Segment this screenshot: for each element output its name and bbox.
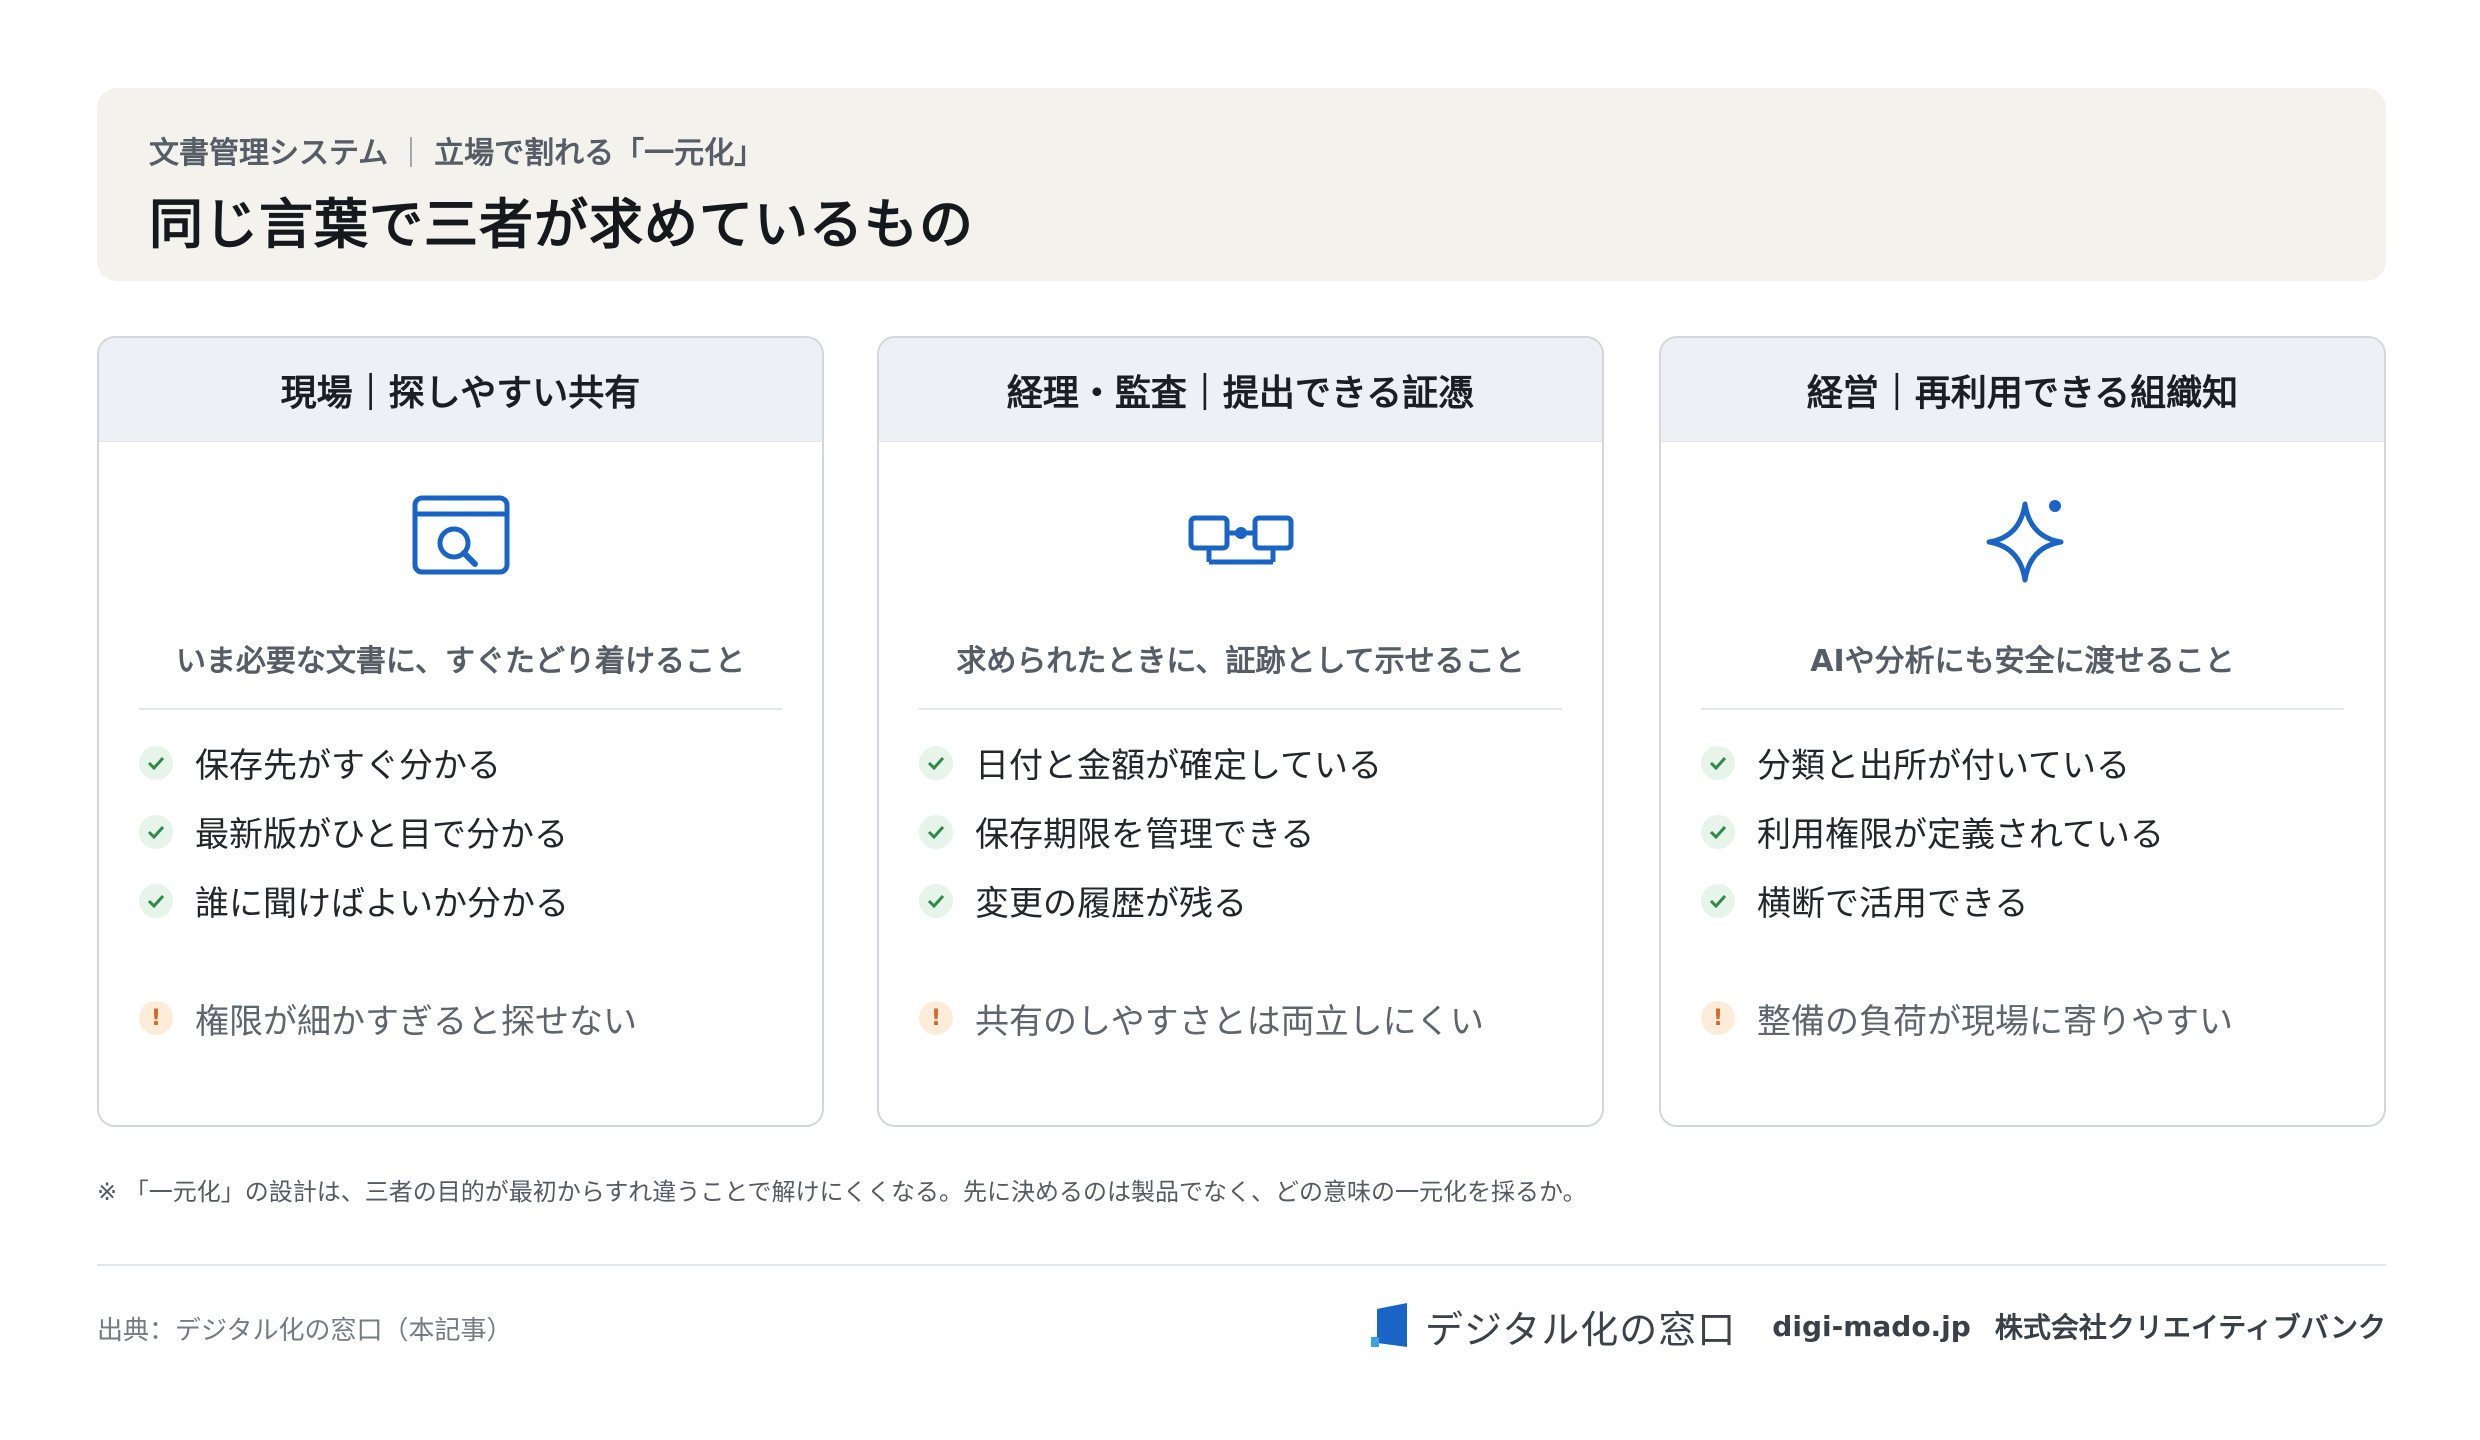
check-item-text: 横断で活用できる [1757, 884, 2029, 924]
warning-text: 権限が細かすぎると探せない [195, 1001, 637, 1042]
check-icon [139, 814, 173, 849]
card-genba: 現場｜探しやすい共有 いま必要な文書に、すぐたどり着けること 保存先がすぐ分かる… [97, 336, 824, 1127]
check-item: 横断で活用できる [1701, 866, 2364, 935]
check-item-text: 誰に聞けばよいか分かる [195, 884, 569, 924]
check-icon [919, 883, 953, 918]
check-icon [139, 745, 173, 780]
check-item: 保存期限を管理できる [919, 797, 1582, 866]
check-item-text: 日付と金額が確定している [975, 746, 1382, 786]
exclamation-icon: ! [139, 1001, 173, 1035]
check-list: 日付と金額が確定している 保存期限を管理できる 変更の履歴が残る [919, 728, 1582, 935]
brand-company: 株式会社クリエイティブバンク [1994, 1311, 2386, 1344]
warning-text: 整備の負荷が現場に寄りやすい [1757, 1001, 2233, 1042]
check-icon [1701, 745, 1735, 780]
header-category: 文書管理システム [149, 136, 389, 171]
check-item-text: 利用権限が定義されている [1757, 815, 2164, 855]
check-icon [139, 883, 173, 918]
check-item: 最新版がひと目で分かる [139, 797, 802, 866]
check-item-text: 最新版がひと目で分かる [195, 815, 568, 855]
card-title: 経営｜再利用できる組織知 [1661, 338, 2384, 442]
page-title: 同じ言葉で三者が求めているもの [149, 193, 974, 256]
card-title: 経理・監査｜提出できる証憑 [879, 338, 1602, 442]
warning-text: 共有のしやすさとは両立しにくい [975, 1001, 1484, 1042]
exclamation-icon: ! [919, 1001, 953, 1035]
linked-documents-icon [879, 494, 1602, 604]
check-item-text: 変更の履歴が残る [975, 884, 1247, 924]
brand-name: デジタル化の窓口 [1425, 1307, 1737, 1352]
check-item: 利用権限が定義されている [1701, 797, 2364, 866]
check-icon [1701, 814, 1735, 849]
check-list: 保存先がすぐ分かる 最新版がひと目で分かる 誰に聞けばよいか分かる [139, 728, 802, 935]
check-icon [919, 745, 953, 780]
card-title: 現場｜探しやすい共有 [99, 338, 822, 442]
warning-row: ! 整備の負荷が現場に寄りやすい [1701, 988, 2364, 1048]
card-lead: AIや分析にも安全に渡せること [1810, 644, 2235, 679]
check-icon [919, 814, 953, 849]
card-divider [139, 708, 782, 710]
warning-row: ! 権限が細かすぎると探せない [139, 988, 802, 1048]
check-item-text: 分類と出所が付いている [1757, 746, 2130, 786]
card-accounting-audit: 経理・監査｜提出できる証憑 求められたときに、証跡として示せること 日付と金額が… [877, 336, 1604, 1127]
footnote: ※ 「一元化」の設計は、三者の目的が最初からすれ違うことで解けにくくなる。先に決… [97, 1178, 1587, 1206]
card-divider [919, 708, 1562, 710]
header-subtitle: 文書管理システム 立場で割れる「一元化」 [149, 128, 764, 172]
check-item: 保存先がすぐ分かる [139, 728, 802, 797]
infographic-page: 文書管理システム 立場で割れる「一元化」 同じ言葉で三者が求めているもの 現場｜探… [0, 0, 2480, 1440]
card-divider [1701, 708, 2344, 710]
card-lead: いま必要な文書に、すぐたどり着けること [175, 644, 746, 679]
check-icon [1701, 883, 1735, 918]
card-management: 経営｜再利用できる組織知 AIや分析にも安全に渡せること 分類と出所が付いている… [1659, 336, 2386, 1127]
check-item-text: 保存期限を管理できる [975, 815, 1315, 855]
warning-row: ! 共有のしやすさとは両立しにくい [919, 988, 1582, 1048]
browser-search-icon [99, 494, 822, 604]
check-item: 日付と金額が確定している [919, 728, 1582, 797]
brand-block: デジタル化の窓口 digi-mado.jp 株式会社クリエイティブバンク [1367, 1296, 2386, 1356]
header-topic: 立場で割れる「一元化」 [434, 136, 765, 171]
header-banner: 文書管理システム 立場で割れる「一元化」 同じ言葉で三者が求めているもの [97, 88, 2386, 281]
footer-divider [97, 1264, 2386, 1266]
check-item-text: 保存先がすぐ分かる [195, 746, 501, 786]
source-credit: 出典：デジタル化の窓口（本記事） [97, 1316, 513, 1346]
sparkle-icon [1661, 494, 2384, 604]
check-item: 分類と出所が付いている [1701, 728, 2364, 797]
brand-logo-icon [1371, 1303, 1408, 1347]
check-item: 誰に聞けばよいか分かる [139, 866, 802, 935]
card-lead: 求められたときに、証跡として示せること [956, 644, 1525, 679]
brand-domain: digi-mado.jp [1772, 1309, 1971, 1343]
check-item: 変更の履歴が残る [919, 866, 1582, 935]
check-list: 分類と出所が付いている 利用権限が定義されている 横断で活用できる [1701, 728, 2364, 935]
header-separator [410, 137, 413, 167]
exclamation-icon: ! [1701, 1001, 1735, 1035]
